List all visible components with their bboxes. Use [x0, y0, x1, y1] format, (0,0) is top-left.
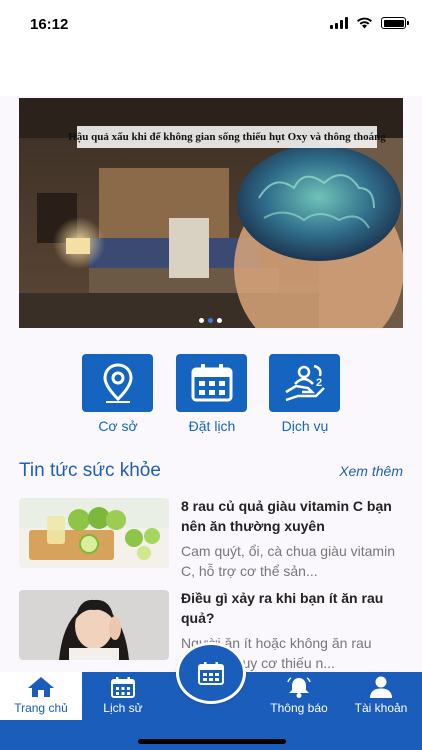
status-bar: 16:12	[0, 0, 422, 50]
tab-history-label: Lịch sử	[103, 701, 143, 715]
calendar-icon	[191, 364, 232, 402]
quick-action-service[interactable]: 2 Dịch vụ	[269, 354, 341, 434]
tab-home[interactable]: Trang chủ	[0, 672, 82, 720]
calendar-icon	[198, 662, 224, 685]
location-pin-icon	[102, 363, 133, 403]
quick-action-facility[interactable]: Cơ sở	[82, 354, 154, 434]
tab-account-label: Tài khoản	[354, 701, 408, 715]
signal-icon	[330, 17, 348, 29]
quick-action-booking[interactable]: Đặt lịch	[176, 354, 248, 434]
banner-caption: Hậu quả xấu khi để không gian sống thiếu…	[68, 126, 386, 148]
woman-portrait-image	[19, 590, 169, 660]
tab-notifications-label: Thông báo	[270, 701, 328, 715]
tab-history[interactable]: Lịch sử	[84, 672, 162, 720]
news-thumbnail	[19, 590, 169, 660]
news-summary: Cam quýt, ổi, cà chua giàu vitamin C, hỗ…	[181, 543, 395, 579]
calendar-history-icon	[111, 677, 135, 698]
booking-button[interactable]	[176, 354, 247, 412]
center-booking-button[interactable]	[176, 642, 246, 704]
wifi-icon	[357, 17, 372, 29]
health-banner[interactable]: Hậu quả xấu khi để không gian sống thiếu…	[19, 98, 403, 328]
tab-account[interactable]: Tài khoản	[342, 672, 420, 720]
service-label: Dịch vụ	[281, 418, 329, 434]
tab-notifications[interactable]: Thông báo	[260, 672, 338, 720]
status-icons	[330, 17, 409, 29]
user-icon	[370, 676, 392, 698]
home-indicator	[138, 739, 286, 744]
pagination-dot-active[interactable]	[208, 318, 213, 323]
bell-icon	[287, 677, 311, 698]
citrus-image	[19, 498, 169, 568]
see-more-link[interactable]: Xem thêm	[339, 463, 403, 479]
news-section-title: Tin tức sức khỏe	[19, 460, 161, 481]
service-hand-icon: 2	[284, 364, 325, 402]
news-item[interactable]: 8 rau củ quả giàu vitamin C bạn nên ăn t…	[19, 496, 405, 586]
news-thumbnail	[19, 498, 169, 568]
booking-label: Đặt lịch	[188, 418, 236, 434]
svg-text:2: 2	[316, 377, 322, 389]
tab-home-label: Trang chủ	[14, 701, 68, 715]
facility-button[interactable]	[82, 354, 153, 412]
status-time: 16:12	[30, 16, 69, 33]
news-title[interactable]: Điều gì xảy ra khi bạn ít ăn rau quả?	[181, 588, 403, 628]
pagination-dot[interactable]	[217, 318, 222, 323]
home-content: Hậu quả xấu khi để không gian sống thiếu…	[0, 96, 422, 672]
home-icon	[28, 677, 54, 697]
banner-pagination[interactable]	[199, 318, 222, 323]
pagination-dot[interactable]	[199, 318, 204, 323]
service-button[interactable]: 2	[269, 354, 340, 412]
facility-label: Cơ sở	[98, 418, 138, 434]
news-title[interactable]: 8 rau củ quả giàu vitamin C bạn nên ăn t…	[181, 496, 403, 536]
battery-icon	[381, 17, 409, 29]
